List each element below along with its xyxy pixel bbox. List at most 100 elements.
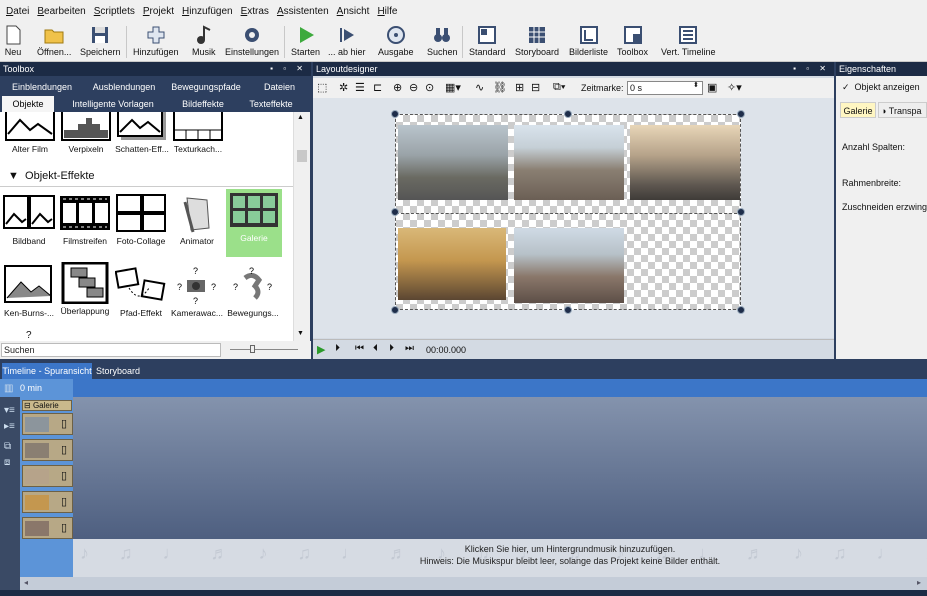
menu-scriptlets[interactable]: Scriptlets (90, 6, 139, 17)
zoom-out-icon[interactable]: ⊖ (409, 81, 418, 94)
toolbox-search-input[interactable]: Suchen (1, 343, 221, 357)
view-vertical-timeline-button[interactable]: Vert. Timeline (661, 24, 716, 60)
collapse-tracks-icon[interactable]: ▸≡ (4, 421, 15, 432)
step-forward-icon[interactable]: ⏵ (389, 343, 394, 354)
grid-icon[interactable]: ▦▾ (445, 81, 461, 94)
scroll-thumb[interactable] (297, 150, 307, 162)
link-icon[interactable]: ⛓ (493, 81, 507, 94)
resize-handle-bl[interactable] (391, 306, 399, 314)
tab-ausblendungen[interactable]: Ausblendungen (84, 79, 164, 95)
zoom-fit-icon[interactable]: ⊙ (425, 81, 434, 94)
tab-galerie[interactable]: Galerie (840, 102, 876, 118)
tile-animator[interactable]: Animator (169, 192, 225, 262)
view-toolbox-button[interactable]: Toolbox (617, 24, 648, 60)
clip-handle-icon[interactable]: ▯ (61, 443, 67, 456)
frame-icon[interactable]: ⊏ (373, 81, 382, 94)
menu-ansicht[interactable]: Ansicht (333, 6, 374, 17)
effects-icon[interactable]: ✲ (339, 81, 348, 94)
menu-projekt[interactable]: Projekt (139, 6, 178, 17)
add-keyframe-icon[interactable]: ⊞ (515, 81, 524, 94)
play-from-here-icon[interactable]: ⏵ (335, 343, 340, 354)
align-icon[interactable]: ☰ (355, 81, 365, 94)
view-imagelist-button[interactable]: Bilderliste (569, 24, 608, 60)
tile-foto-collage[interactable]: Foto-Collage (113, 192, 169, 262)
tile-ken-burns[interactable]: Ken-Burns-... (1, 264, 57, 334)
add-button[interactable]: Hinzufügen (133, 24, 179, 60)
clip-handle-icon[interactable]: ▯ (61, 495, 67, 508)
expand-tracks-icon[interactable]: ▾≡ (4, 405, 15, 416)
timeline-scrollbar[interactable]: ◂ ▸ (20, 577, 927, 590)
menu-datei[interactable]: Datei (2, 6, 33, 17)
menu-hinzufuegen[interactable]: Hinzufügen (178, 6, 237, 17)
tab-intelligente-vorlagen[interactable]: Intelligente Vorlagen (60, 96, 166, 112)
step-back-icon[interactable]: ⏴ (373, 343, 378, 354)
timeline-clip-1[interactable]: ▯ (22, 413, 73, 435)
music-track[interactable]: ♪♫♩♬♪♫♩♬♪♫♩♬♪♫♩♬♪♫♩♬ Klicken Sie hier, u… (20, 539, 927, 577)
layer-icon[interactable]: ⧉▾ (553, 81, 565, 94)
tile-bewegungsunschaerfe[interactable]: ??? Bewegungs... (225, 264, 281, 334)
scroll-up-icon[interactable]: ▲ (297, 114, 304, 121)
resize-handle-b[interactable] (564, 306, 572, 314)
resize-handle-tr[interactable] (737, 110, 745, 118)
tab-transparenz[interactable]: ◑ Transpa (878, 102, 927, 118)
skip-start-icon[interactable]: ⏮ (355, 343, 364, 354)
section-objekt-effekte[interactable]: ▼ Objekt-Effekte (8, 170, 95, 182)
menu-assistenten[interactable]: Assistenten (273, 6, 333, 17)
show-object-checkbox[interactable]: ✓ Objekt anzeigen (842, 82, 920, 93)
spinner-icon[interactable]: ⬍ (693, 81, 699, 89)
menu-bearbeiten[interactable]: Bearbeiten (33, 6, 89, 17)
tile-kamerawackeln[interactable]: ???? Kamerawac... (169, 264, 225, 334)
clip-handle-icon[interactable]: ▯ (61, 521, 67, 534)
menu-extras[interactable]: Extras (237, 6, 273, 17)
timeline-ruler-icon[interactable]: ▥ (4, 383, 13, 394)
start-button[interactable]: Starten (291, 24, 320, 60)
zoom-slider-track[interactable] (230, 349, 298, 350)
resize-handle-r[interactable] (737, 208, 745, 216)
magic-wand-icon[interactable]: ✧▾ (727, 81, 742, 94)
select-pointer-icon[interactable]: ⬚ (317, 81, 327, 94)
save-button[interactable]: Speichern (80, 24, 121, 60)
view-standard-button[interactable]: Standard (469, 24, 506, 60)
galerie-group-header[interactable]: ⊟ Galerie (22, 400, 72, 411)
panel-controls-icon[interactable]: ▪ ▫ ✕ (793, 62, 830, 76)
resize-handle-t[interactable] (564, 110, 572, 118)
resize-handle-l[interactable] (391, 208, 399, 216)
toolbox-scrollbar[interactable]: ▲ ▼ (293, 112, 310, 341)
scroll-left-icon[interactable]: ◂ (24, 578, 28, 587)
curve-icon[interactable]: ∿ (475, 81, 484, 94)
play-icon[interactable]: ▶ (317, 343, 325, 356)
timeline-ruler[interactable]: 0 min (0, 379, 927, 397)
tab-bewegungspfade[interactable]: Bewegungspfade (164, 79, 248, 95)
clip-handle-icon[interactable]: ▯ (61, 417, 67, 430)
timeline-clip-2[interactable]: ▯ (22, 439, 73, 461)
output-button[interactable]: Ausgabe (378, 24, 414, 60)
menu-hilfe[interactable]: Hilfe (373, 6, 401, 17)
zoom-slider-thumb[interactable] (250, 345, 255, 353)
resize-handle-tl[interactable] (391, 110, 399, 118)
zeitmarke-input[interactable]: 0 s (627, 81, 703, 95)
gallery-object[interactable] (395, 114, 742, 310)
ungroup-icon[interactable]: ⧈ (4, 457, 10, 468)
tab-bildeffekte[interactable]: Bildeffekte (170, 96, 236, 112)
resize-handle-br[interactable] (737, 306, 745, 314)
tile-filmstreifen[interactable]: Filmstreifen (57, 192, 113, 262)
tab-dateien[interactable]: Dateien (248, 79, 311, 95)
timeline-tracks[interactable]: ⊟ Galerie ▯ ▯ ▯ ▯ ▯ (20, 397, 927, 539)
tab-storyboard[interactable]: Storyboard (96, 363, 146, 379)
skip-end-icon[interactable]: ⏭ (405, 343, 414, 354)
open-button[interactable]: Öffnen... (37, 24, 71, 60)
view-storyboard-button[interactable]: Storyboard (515, 24, 559, 60)
zoom-in-icon[interactable]: ⊕ (393, 81, 402, 94)
save-keyframe-icon[interactable]: ▣ (707, 81, 717, 94)
scroll-right-icon[interactable]: ▸ (917, 578, 921, 587)
tab-texteffekte[interactable]: Texteffekte (236, 96, 306, 112)
tile-pfad-effekt[interactable]: Pfad-Effekt (113, 264, 169, 334)
scroll-down-icon[interactable]: ▼ (297, 330, 304, 337)
music-button[interactable]: Musik (192, 24, 216, 60)
tile-ueberlappung[interactable]: Überlappung (57, 262, 113, 332)
tab-objekte[interactable]: Objekte (2, 96, 54, 112)
tile-bildband[interactable]: Bildband (1, 192, 57, 262)
search-button[interactable]: Suchen (427, 24, 458, 60)
tab-timeline-spuransicht[interactable]: Timeline - Spuransicht (2, 363, 92, 379)
panel-controls-icon[interactable]: ▪ ▫ ✕ (270, 62, 307, 76)
